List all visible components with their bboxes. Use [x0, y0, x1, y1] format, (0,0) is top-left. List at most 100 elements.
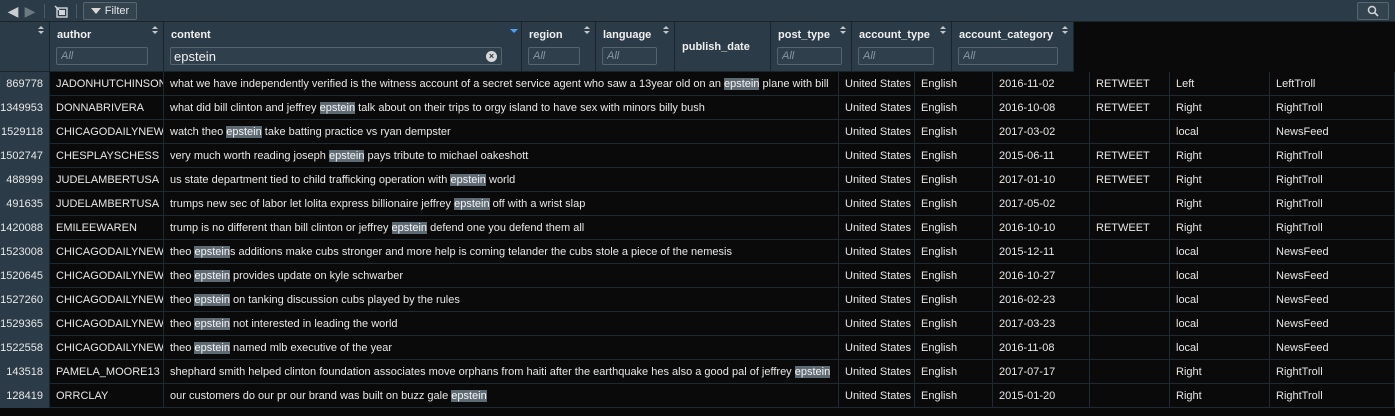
popout-icon[interactable] [52, 0, 70, 22]
account-category-filter-input[interactable] [958, 47, 1058, 65]
cell-content: theo epsteins additions make cubs strong… [164, 240, 839, 264]
column-label: account_type [859, 29, 930, 41]
search-highlight: epstein [226, 126, 262, 138]
cell-account-type: Right [1170, 96, 1270, 120]
sort-icon[interactable] [584, 26, 590, 36]
column-label: region [529, 29, 563, 41]
column-header-language[interactable]: language [596, 22, 675, 72]
table-row[interactable]: 491635 JUDELAMBERTUSA trumps new sec of la… [0, 192, 1395, 216]
table-row[interactable]: 1520645 CHICAGODAILYNEW theo epstein provi… [0, 264, 1395, 288]
table-row[interactable]: 128419 ORRCLAY our customers do our pr our… [0, 384, 1395, 408]
cell-author: JUDELAMBERTUSA [50, 168, 164, 192]
cell-content: watch theo epstein take batting practice… [164, 120, 839, 144]
cell-publish-date: 2016-11-02 [993, 72, 1090, 96]
sort-icon[interactable] [510, 26, 518, 36]
cell-publish-date: 2017-01-10 [993, 168, 1090, 192]
column-header-content[interactable]: content × [164, 22, 522, 72]
table-row[interactable]: 1522558 CHICAGODAILYNEW theo epstein named… [0, 336, 1395, 360]
cell-language: English [915, 72, 993, 96]
cell-author: CHICAGODAILYNEW [50, 288, 164, 312]
cell-language: English [915, 264, 993, 288]
column-header-account-type[interactable]: account_type [852, 22, 952, 72]
table-row[interactable]: 488999 JUDELAMBERTUSA us state department … [0, 168, 1395, 192]
author-filter-input[interactable] [56, 47, 148, 65]
cell-account-type: Right [1170, 216, 1270, 240]
cell-post-type [1090, 288, 1170, 312]
arrow-left-icon[interactable]: ◀ [5, 0, 21, 22]
table-row[interactable]: 143518 PAMELA_MOORE13 shephard smith helpe… [0, 360, 1395, 384]
sort-icon[interactable] [663, 26, 669, 36]
cell-author: CHICAGODAILYNEW [50, 312, 164, 336]
cell-publish-date: 2017-03-23 [993, 312, 1090, 336]
column-header-post-type[interactable]: post_type [771, 22, 852, 72]
cell-region: United States [839, 384, 915, 408]
cell-post-type [1090, 264, 1170, 288]
cell-account-category: NewsFeed [1270, 264, 1395, 288]
column-header-publish-date[interactable]: publish_date [675, 22, 771, 72]
table-row[interactable]: 1502747 CHESPLAYSCHESS very much worth rea… [0, 144, 1395, 168]
cell-region: United States [839, 120, 915, 144]
table-row[interactable]: 1527260 CHICAGODAILYNEW theo epstein on ta… [0, 288, 1395, 312]
cell-post-type [1090, 192, 1170, 216]
column-header-author[interactable]: author [50, 22, 164, 72]
row-id: 491635 [0, 192, 50, 216]
search-highlight: epstein [194, 342, 230, 354]
table-row[interactable]: 1349953 DONNABRIVERA what did bill clinton… [0, 96, 1395, 120]
cell-post-type: RETWEET [1090, 72, 1170, 96]
language-filter-input[interactable] [602, 47, 657, 65]
cell-post-type: RETWEET [1090, 216, 1170, 240]
cell-account-type: Right [1170, 168, 1270, 192]
cell-region: United States [839, 168, 915, 192]
table-row[interactable]: 1529118 CHICAGODAILYNEW watch theo epstein… [0, 120, 1395, 144]
account-type-filter-input[interactable] [858, 47, 934, 65]
post-type-filter-input[interactable] [777, 47, 842, 65]
cell-language: English [915, 360, 993, 384]
cell-publish-date: 2016-10-27 [993, 264, 1090, 288]
content-filter-input[interactable] [170, 47, 502, 65]
search-highlight: epstein [194, 318, 230, 330]
search-button[interactable] [1357, 2, 1389, 20]
cell-account-category: RightTroll [1270, 360, 1395, 384]
table-row[interactable]: 1420088 EMILEEWAREN trump is no different … [0, 216, 1395, 240]
table-row[interactable]: 1529365 CHICAGODAILYNEW theo epstein not i… [0, 312, 1395, 336]
table-row[interactable]: 1523008 CHICAGODAILYNEW theo epsteins addi… [0, 240, 1395, 264]
cell-account-category: NewsFeed [1270, 336, 1395, 360]
sort-icon[interactable] [1062, 26, 1068, 36]
filter-button[interactable]: Filter [83, 2, 137, 20]
cell-post-type [1090, 120, 1170, 144]
cell-author: CHICAGODAILYNEW [50, 240, 164, 264]
sort-icon[interactable] [38, 26, 44, 36]
cell-publish-date: 2017-03-02 [993, 120, 1090, 144]
search-highlight: epstein [194, 246, 230, 258]
funnel-icon [90, 8, 101, 14]
cell-author: CHESPLAYSCHESS [50, 144, 164, 168]
cell-author: JADONHUTCHINSON [50, 72, 164, 96]
cell-author: CHICAGODAILYNEW [50, 120, 164, 144]
search-highlight: epstein [391, 222, 428, 234]
row-id: 1520645 [0, 264, 50, 288]
cell-language: English [915, 312, 993, 336]
sort-icon[interactable] [152, 26, 158, 36]
cell-publish-date: 2015-12-11 [993, 240, 1090, 264]
search-highlight: epstein [194, 270, 230, 282]
search-highlight: epstein [319, 102, 356, 114]
cell-language: English [915, 96, 993, 120]
table-row[interactable]: 869778 JADONHUTCHINSON what we have indepe… [0, 72, 1395, 96]
cell-region: United States [839, 288, 915, 312]
arrow-right-icon[interactable]: ▶ [22, 0, 38, 22]
clear-filter-icon[interactable]: × [486, 51, 497, 62]
cell-publish-date: 2016-02-23 [993, 288, 1090, 312]
column-label: author [57, 29, 92, 41]
cell-post-type [1090, 360, 1170, 384]
cell-region: United States [839, 360, 915, 384]
region-filter-input[interactable] [528, 47, 580, 65]
rowid-header[interactable] [0, 22, 50, 72]
cell-account-category: RightTroll [1270, 144, 1395, 168]
cell-content: our customers do our pr our brand was bu… [164, 384, 839, 408]
column-header-account-category[interactable]: account_category [952, 22, 1074, 72]
sort-icon[interactable] [940, 26, 946, 36]
sort-icon[interactable] [840, 26, 846, 36]
column-header-region[interactable]: region [522, 22, 596, 72]
search-highlight: epstein [451, 390, 487, 402]
cell-account-category: NewsFeed [1270, 312, 1395, 336]
